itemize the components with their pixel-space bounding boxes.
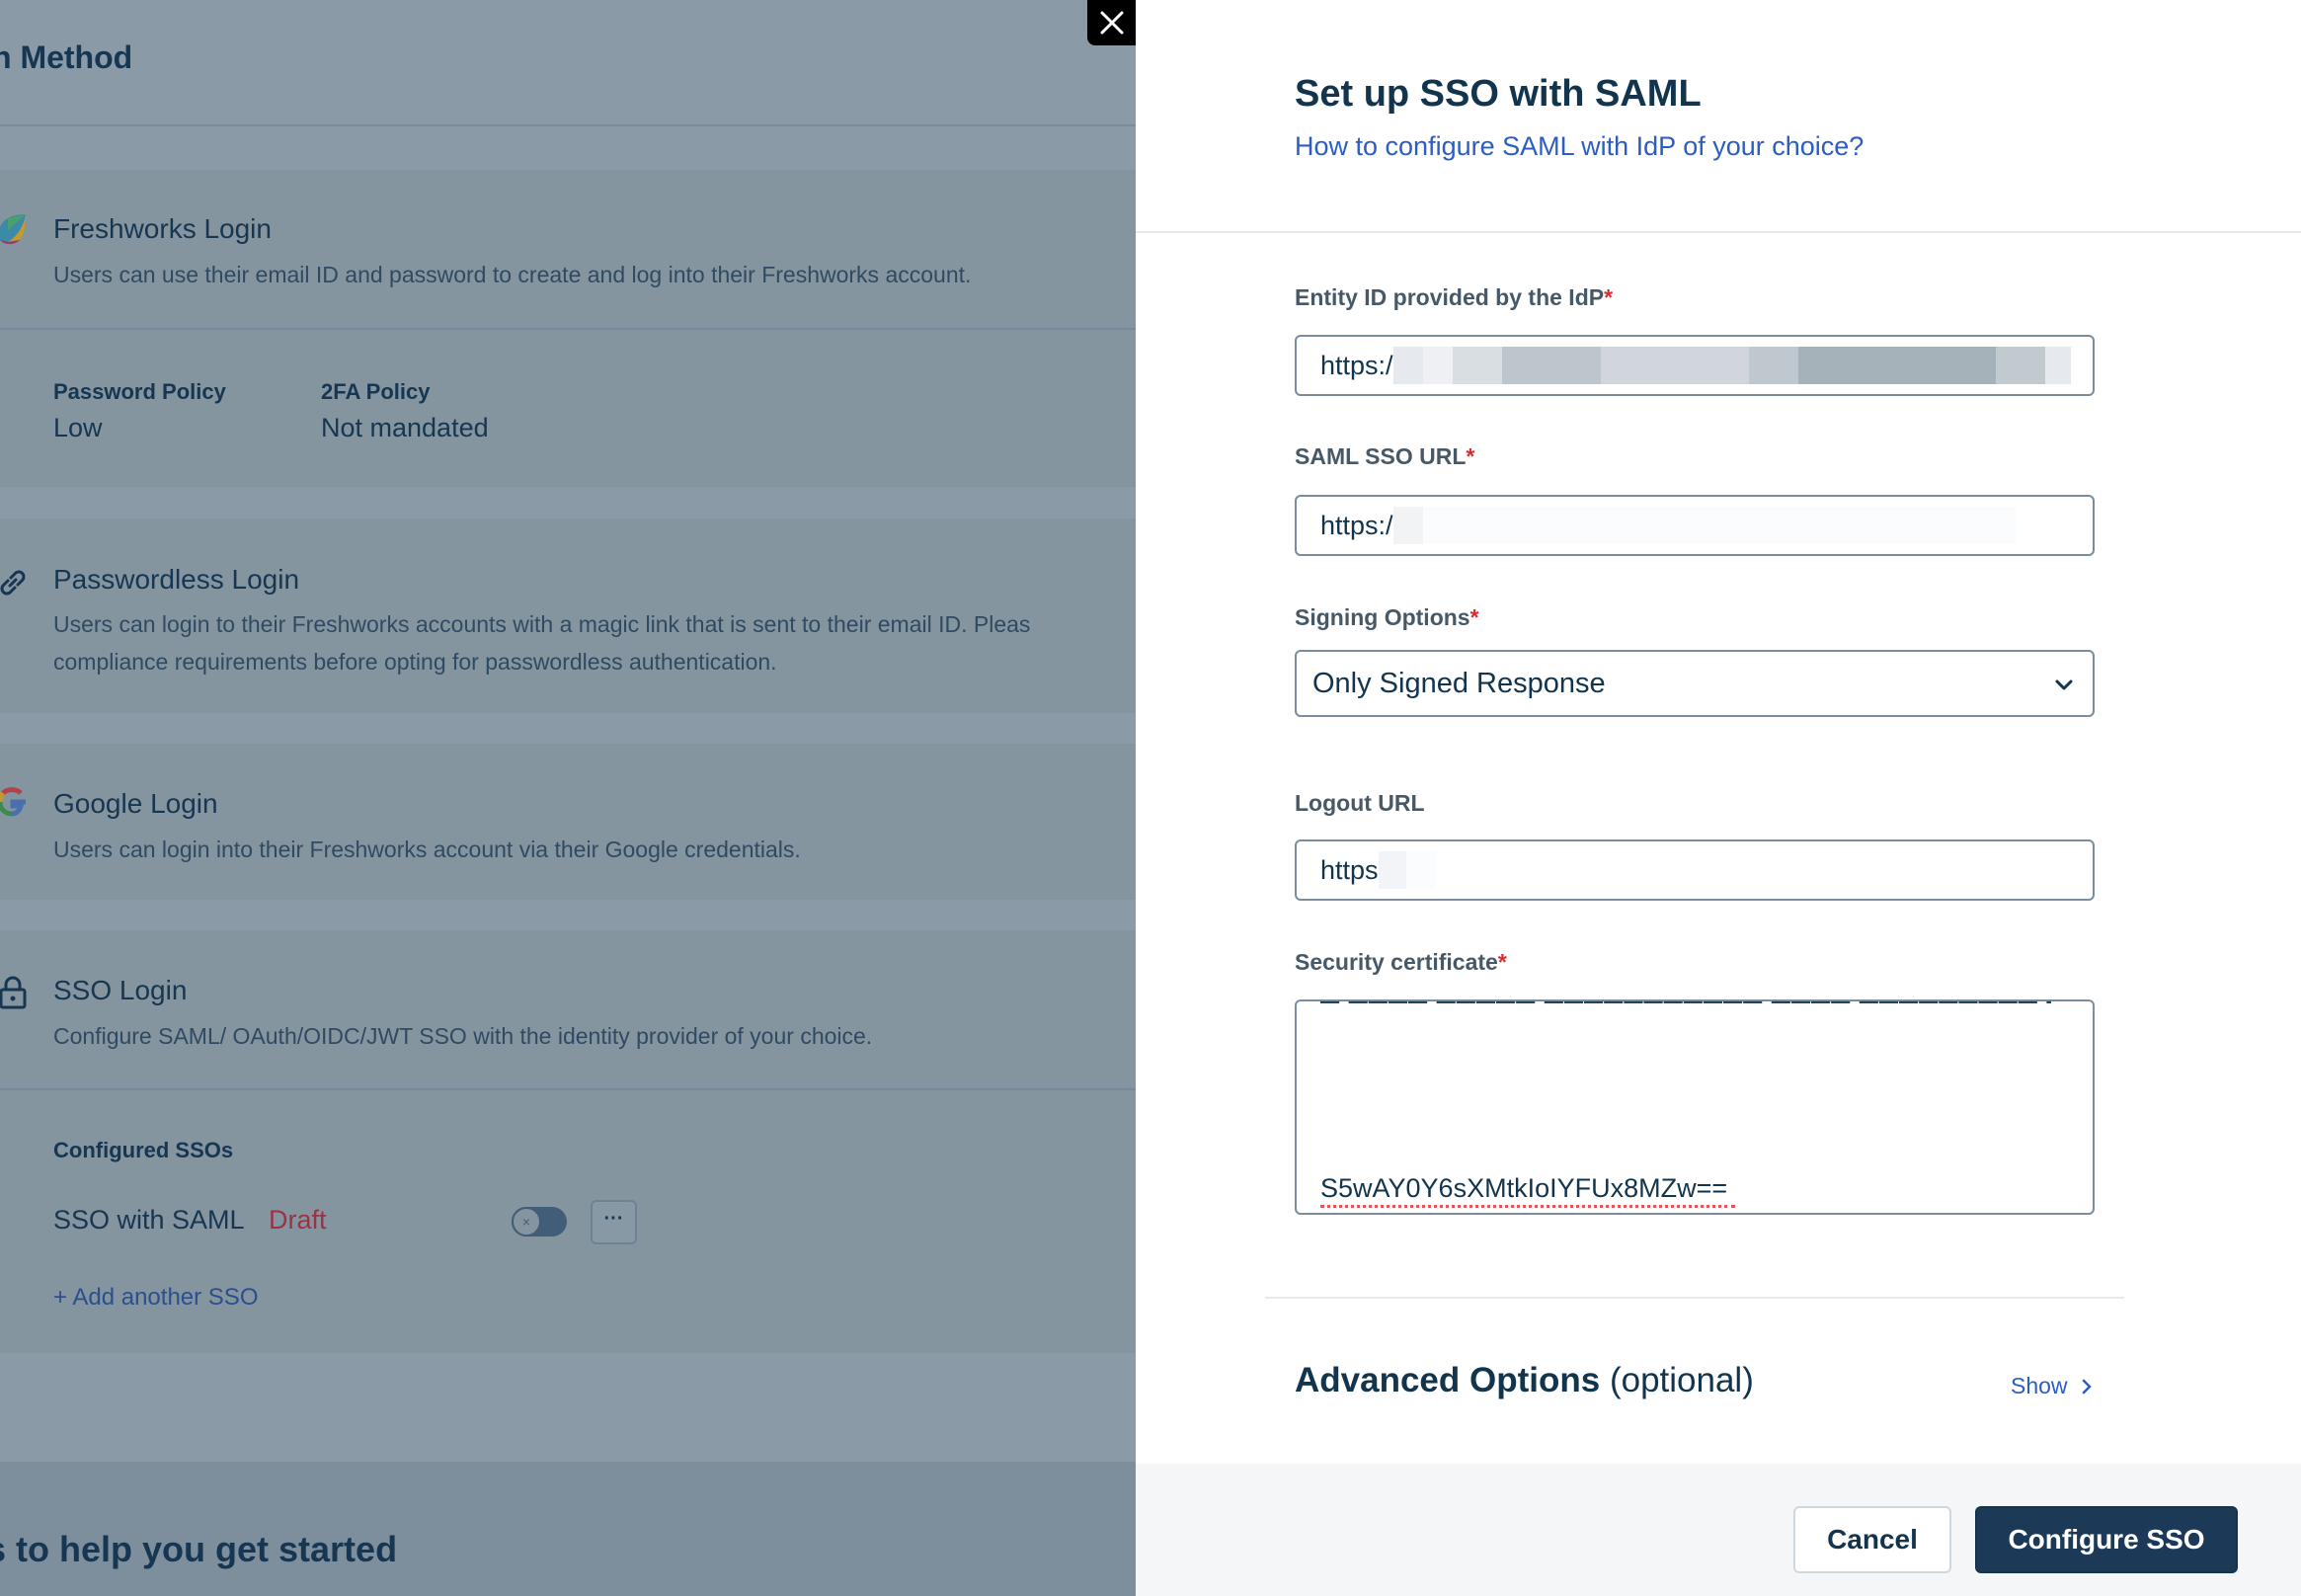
signing-options-label-text: Signing Options [1295,604,1470,630]
signing-options-label: Signing Options* [1295,604,1479,631]
close-icon [1100,11,1123,35]
spellcheck-underline [1320,1205,1735,1208]
show-label: Show [2011,1373,2068,1398]
redacted-text [1405,851,1436,889]
configured-ssos-label: Configured SSOs [53,1138,234,1162]
page-title: n Method [0,40,133,75]
sso-login-title: SSO Login [53,975,188,1005]
close-panel-button[interactable] [1087,0,1136,45]
passwordless-login-title: Passwordless Login [53,564,300,595]
toggle-off-icon: × [512,1207,541,1237]
security-certificate-label-text: Security certificate [1295,949,1498,975]
link-icon [0,570,26,596]
required-mark: * [1466,443,1475,469]
show-advanced-options-link[interactable]: Show [2011,1373,2094,1399]
logout-url-label: Logout URL [1295,790,1425,817]
logout-url-label-text: Logout URL [1295,790,1425,816]
panel-header-divider [1136,231,2301,233]
certificate-value: S5wAY0Y6sXMtkIoIYFUx8MZw== [1320,1173,1728,1203]
passwordless-login-description-line1: Users can login to their Freshworks acco… [53,611,1031,637]
signing-options-value: Only Signed Response [1312,667,1606,699]
saml-sso-url-label: SAML SSO URL* [1295,443,1474,470]
freshworks-login-description: Users can use their email ID and passwor… [53,262,972,287]
sso-enable-toggle[interactable]: × [512,1207,567,1237]
advanced-options-label: Advanced Options [1295,1361,1601,1399]
add-another-sso-link[interactable]: + Add another SSO [53,1284,258,1312]
header-divider [0,124,1136,126]
lock-icon [0,976,27,1009]
policy-card: Password Policy Low 2FA Policy Not manda… [0,330,1136,487]
security-certificate-textarea[interactable]: ▀ ▀▀▀▀ ▀▀▀▀▀ ▀▀▀▀▀▀▀▀▀▀▀ ▀▀▀▀ ▀▀▀▀▀▀▀▀▀ … [1295,999,2095,1215]
chevron-down-icon [2055,679,2073,690]
required-mark: * [1469,604,1479,630]
freshworks-login-card: Freshworks Login Users can use their ema… [0,170,1136,329]
redacted-text [1422,507,2016,544]
redacted-text [1452,347,1502,384]
cancel-button[interactable]: Cancel [1793,1506,1951,1573]
google-login-title: Google Login [53,788,218,819]
redacted-text [1392,347,1423,384]
redacted-text [1501,347,1601,384]
redacted-text [1378,851,1406,889]
logout-url-value: https [1320,854,1379,885]
advanced-options-title: Advanced Options (optional) [1295,1361,1754,1400]
passwordless-login-card: Passwordless Login Users can login to th… [0,519,1136,713]
password-policy-label: Password Policy [53,379,226,404]
logout-url-input[interactable]: https [1295,839,2095,901]
entity-id-value: https:/ [1320,350,1393,380]
redacted-text [1748,347,1798,384]
sso-setup-panel: Set up SSO with SAML How to configure SA… [1136,0,2301,1596]
google-icon [0,787,26,817]
redacted-text [1797,347,1996,384]
sso-item-name: SSO with SAML [53,1205,245,1235]
saml-sso-url-label-text: SAML SSO URL [1295,443,1467,469]
redacted-text [1995,347,2045,384]
twofa-policy-value: Not mandated [321,413,489,442]
google-login-description: Users can login into their Freshworks ac… [53,837,801,862]
passwordless-login-description-line2: compliance requirements before opting fo… [53,649,777,675]
saml-sso-url-input[interactable]: https:/ [1295,495,2095,556]
sso-more-options-button[interactable]: ··· [591,1200,637,1244]
security-certificate-label: Security certificate* [1295,949,1507,976]
configure-sso-button[interactable]: Configure SSO [1975,1506,2238,1573]
saml-help-link[interactable]: How to configure SAML with IdP of your c… [1295,131,1864,162]
advanced-divider [1265,1297,2124,1299]
google-login-card: Google Login Users can login into their … [0,744,1136,900]
background-page: n Method Freshworks Login Users can use … [0,0,1136,1596]
optional-label: (optional) [1609,1361,1754,1399]
scrolled-text-fragment: ▀ ▀▀▀▀ ▀▀▀▀▀ ▀▀▀▀▀▀▀▀▀▀▀ ▀▀▀▀ ▀▀▀▀▀▀▀▀▀ … [1320,1001,2051,1007]
entity-id-label: Entity ID provided by the IdP* [1295,284,1613,311]
redacted-text [1600,347,1749,384]
card-divider [0,1088,1136,1090]
getting-started-heading: s to help you get started [0,1529,398,1569]
twofa-policy-label: 2FA Policy [321,379,431,404]
redacted-text [2044,347,2071,384]
panel-footer: Cancel Configure SSO [1136,1464,2301,1596]
saml-sso-url-value: https:/ [1320,510,1393,540]
redacted-text [1392,507,1423,544]
entity-id-label-text: Entity ID provided by the IdP [1295,284,1605,310]
sso-login-description: Configure SAML/ OAuth/OIDC/JWT SSO with … [53,1023,873,1049]
required-mark: * [1604,284,1614,310]
panel-title: Set up SSO with SAML [1295,73,1702,115]
signing-options-select[interactable]: Only Signed Response [1295,650,2095,717]
freshworks-login-title: Freshworks Login [53,213,272,244]
entity-id-input[interactable]: https:/ [1295,335,2095,396]
chevron-right-icon [2082,1379,2092,1395]
password-policy-value: Low [53,413,103,442]
required-mark: * [1497,949,1507,975]
freshworks-logo-icon [0,214,27,245]
sso-status-badge: Draft [269,1205,327,1235]
redacted-text [1422,347,1453,384]
